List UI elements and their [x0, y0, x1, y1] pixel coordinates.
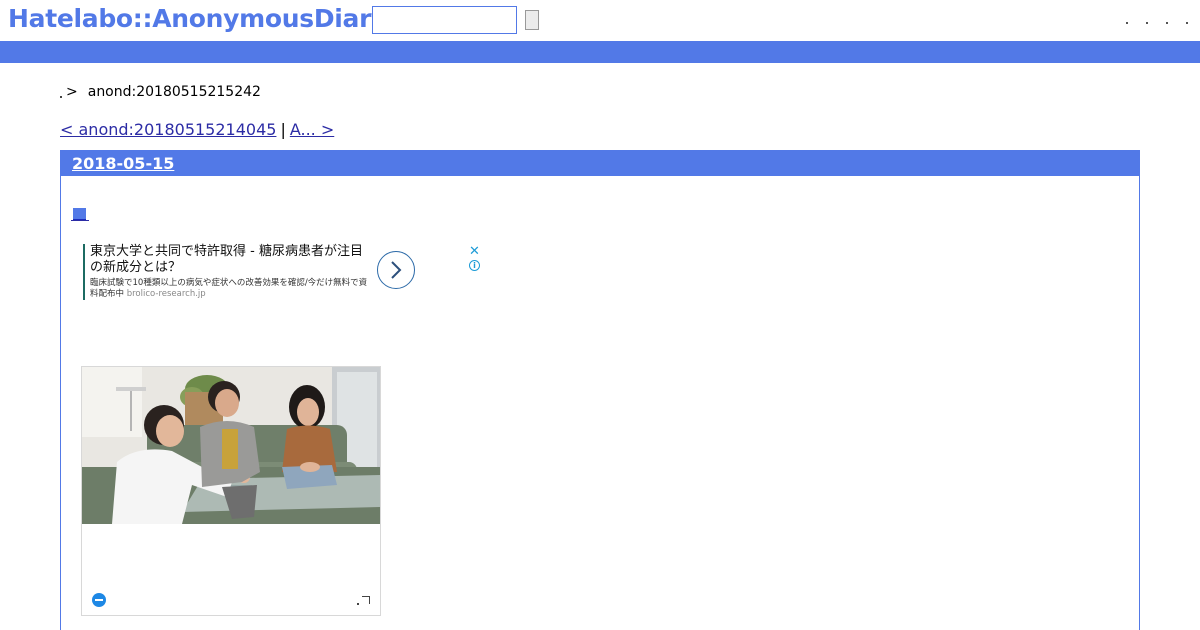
pager-divider: |: [280, 120, 286, 139]
chevron-right-icon: [391, 261, 402, 279]
text-ad[interactable]: 東京大学と共同で特許取得 - 糖尿病患者が注目の新成分とは？ 臨床試験で10種類…: [83, 244, 483, 302]
header-link-1[interactable]: [1126, 22, 1128, 24]
header-link-4[interactable]: [1186, 22, 1188, 24]
header-link-3[interactable]: [1166, 22, 1168, 24]
search-input[interactable]: [372, 6, 517, 34]
ad-open-arrow-button[interactable]: [377, 251, 415, 289]
site-logo[interactable]: Hatelabo::AnonymousDiary: [8, 4, 387, 33]
breadcrumb-separator: >: [66, 84, 78, 100]
meeting-photo-image: [82, 367, 380, 524]
next-entry-link[interactable]: A... >: [290, 120, 362, 139]
breadcrumb: > anond:20180515215242: [60, 84, 261, 100]
ad-menu-dot: [357, 603, 359, 605]
ad-accent-bar: [83, 244, 85, 300]
site-header: Hatelabo::AnonymousDiary: [0, 0, 1200, 40]
entry-permalink-underline: [71, 220, 89, 221]
adchoices-corner-icon[interactable]: [362, 596, 370, 604]
ad-domain: brolico-research.jp: [126, 289, 206, 299]
day-section: 2018-05-15 東京大学と共同で特許取得 - 糖尿病患者が注目の新成分とは…: [60, 150, 1140, 630]
breadcrumb-home-link[interactable]: [60, 96, 62, 98]
day-header: 2018-05-15: [61, 151, 1139, 176]
header-link-2[interactable]: [1146, 22, 1148, 24]
ad-network-logo-icon[interactable]: [92, 593, 106, 607]
entry-pager: < anond:20180515214045 | A... >: [60, 120, 362, 139]
info-icon[interactable]: i: [469, 260, 480, 271]
search-button[interactable]: [525, 10, 539, 30]
image-ad-card[interactable]: [81, 366, 381, 616]
header-band: [0, 41, 1200, 63]
entry-permalink-square-icon[interactable]: [73, 208, 86, 220]
ad-description: 臨床試験で10種類以上の病気や症状への改善効果を確認/今だけ無料で資料配布中 b…: [90, 278, 375, 300]
breadcrumb-current: anond:20180515215242: [87, 84, 261, 100]
ad-headline[interactable]: 東京大学と共同で特許取得 - 糖尿病患者が注目の新成分とは？: [90, 244, 370, 276]
prev-entry-link[interactable]: < anond:20180515214045: [60, 120, 276, 139]
close-icon[interactable]: ✕: [469, 245, 480, 258]
header-menu-links: [1126, 14, 1188, 24]
ad-photo[interactable]: [82, 367, 380, 524]
day-date-link[interactable]: 2018-05-15: [72, 154, 174, 173]
